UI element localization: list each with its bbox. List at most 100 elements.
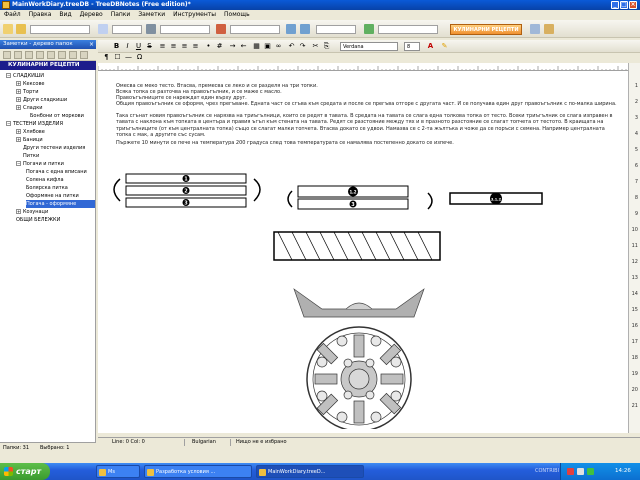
tree-node-selected[interactable]: Погача - оформяне bbox=[26, 200, 95, 208]
image-icon[interactable]: ▣ bbox=[263, 42, 272, 51]
menu-file[interactable]: Файл bbox=[0, 10, 25, 20]
tree-node[interactable]: + Торти bbox=[16, 88, 38, 96]
bold-button[interactable]: B bbox=[112, 42, 121, 51]
tree-toggle-icon[interactable]: + bbox=[16, 209, 21, 214]
indent-icon[interactable]: → bbox=[228, 42, 237, 51]
tray-icon[interactable] bbox=[587, 468, 594, 475]
save-icon[interactable] bbox=[98, 24, 108, 34]
toolbar-field[interactable] bbox=[112, 25, 142, 34]
align-center-icon[interactable]: ≡ bbox=[169, 42, 178, 51]
tree-root[interactable]: КУЛИНАРНИ РЕЦЕПТИ bbox=[0, 61, 96, 70]
align-right-icon[interactable]: ≡ bbox=[180, 42, 189, 51]
tray-icon[interactable] bbox=[577, 468, 584, 475]
tree-toggle-icon[interactable]: + bbox=[16, 137, 21, 142]
start-button[interactable]: старт bbox=[0, 463, 50, 480]
close-panel-icon[interactable]: × bbox=[89, 40, 94, 49]
folder-selector[interactable] bbox=[30, 25, 90, 34]
maximize-button[interactable]: □ bbox=[620, 1, 628, 9]
note-editor[interactable]: Омесва се меко тесто. Втасва, премесва с… bbox=[98, 71, 628, 433]
open-icon[interactable] bbox=[16, 24, 26, 34]
menu-edit[interactable]: Правка bbox=[25, 10, 56, 20]
copy-icon[interactable]: ⎘ bbox=[322, 42, 331, 51]
tree-node[interactable]: Питки bbox=[23, 152, 39, 160]
tree-node[interactable]: + Кексове bbox=[16, 80, 44, 88]
tree-toggle-icon[interactable]: + bbox=[16, 89, 21, 94]
tree-node[interactable]: − СЛАДКИШИ bbox=[6, 72, 44, 80]
tree-node[interactable]: − ТЕСТЕНИ ИЗДЕЛИЯ bbox=[6, 120, 63, 128]
tree-node[interactable]: + Хлябове bbox=[16, 128, 45, 136]
settings-icon[interactable] bbox=[530, 24, 540, 34]
line-icon[interactable]: — bbox=[124, 53, 133, 62]
taskbar-item[interactable]: Разработка условия ... bbox=[144, 465, 252, 478]
toolbar-field-3[interactable] bbox=[378, 25, 438, 34]
tray-icon[interactable] bbox=[567, 468, 574, 475]
lock-icon[interactable] bbox=[544, 24, 554, 34]
tree-node[interactable]: Оформяне на питки bbox=[26, 192, 79, 200]
tree-node[interactable]: ОБЩИ БЕЛЕЖКИ bbox=[16, 216, 60, 224]
menu-folders[interactable]: Папки bbox=[107, 10, 135, 20]
menu-view[interactable]: Вид bbox=[55, 10, 75, 20]
search-input[interactable] bbox=[160, 25, 210, 34]
forward-icon[interactable] bbox=[300, 24, 310, 34]
font-size-select[interactable]: 8 bbox=[404, 42, 420, 51]
tree-node[interactable]: − Погачи и питки bbox=[16, 160, 64, 168]
italic-button[interactable]: I bbox=[123, 42, 132, 51]
menu-help[interactable]: Помощь bbox=[220, 10, 254, 20]
menu-notes[interactable]: Заметки bbox=[134, 10, 169, 20]
outdent-icon[interactable]: ← bbox=[239, 42, 248, 51]
menu-tools[interactable]: Инструменты bbox=[169, 10, 220, 20]
bullet-list-icon[interactable]: • bbox=[204, 42, 213, 51]
tree-toggle-icon[interactable]: − bbox=[6, 73, 11, 78]
symbol-icon[interactable]: Ω bbox=[135, 53, 144, 62]
tree-node[interactable]: Бонбони от моркови bbox=[30, 112, 84, 120]
tree-node[interactable]: + Други сладкиши bbox=[16, 96, 67, 104]
close-button[interactable]: × bbox=[629, 1, 637, 9]
properties-icon[interactable] bbox=[80, 51, 88, 59]
undo-icon[interactable]: ↶ bbox=[287, 42, 296, 51]
tree-toggle-icon[interactable]: + bbox=[16, 97, 21, 102]
cut-icon[interactable]: ✂ bbox=[311, 42, 320, 51]
tree-node[interactable]: Други тестени изделия bbox=[23, 144, 85, 152]
tree-toggle-icon[interactable]: − bbox=[6, 121, 11, 126]
back-icon[interactable] bbox=[286, 24, 296, 34]
filter-input[interactable] bbox=[230, 25, 280, 34]
add-icon[interactable] bbox=[364, 24, 374, 34]
menu-tree[interactable]: Дерево bbox=[76, 10, 107, 20]
justify-icon[interactable]: ≡ bbox=[191, 42, 200, 51]
tree-toggle-icon[interactable]: + bbox=[16, 105, 21, 110]
underline-button[interactable]: U bbox=[134, 42, 143, 51]
paragraph-icon[interactable]: ¶ bbox=[102, 53, 111, 62]
link-icon[interactable]: ∞ bbox=[274, 42, 283, 51]
checkbox-icon[interactable]: ☐ bbox=[113, 53, 122, 62]
tree-toggle-icon[interactable]: − bbox=[16, 161, 21, 166]
taskbar-item-active[interactable]: MainWorkDiary.treeD... bbox=[256, 465, 364, 478]
highlight-icon[interactable]: ✎ bbox=[440, 42, 449, 51]
tree-toggle-icon[interactable]: + bbox=[16, 129, 21, 134]
align-left-icon[interactable]: ≡ bbox=[158, 42, 167, 51]
toolbar-field-2[interactable] bbox=[316, 25, 356, 34]
tree-node[interactable]: Погача с една вписани bbox=[26, 168, 87, 176]
font-family-select[interactable]: Verdana bbox=[340, 42, 398, 51]
tree-node[interactable]: + Сладки bbox=[16, 104, 42, 112]
print-icon[interactable] bbox=[146, 24, 156, 34]
add-folder-icon[interactable] bbox=[3, 51, 11, 59]
delete-folder-icon[interactable] bbox=[25, 51, 33, 59]
delete-icon[interactable] bbox=[216, 24, 226, 34]
number-list-icon[interactable]: # bbox=[215, 42, 224, 51]
collapse-icon[interactable] bbox=[69, 51, 77, 59]
new-note-icon[interactable] bbox=[3, 24, 13, 34]
tray-clock[interactable]: 14:26 bbox=[615, 463, 631, 480]
taskbar-item[interactable]: Ms bbox=[96, 465, 140, 478]
tree-node[interactable]: + Баници bbox=[16, 136, 43, 144]
move-up-icon[interactable] bbox=[36, 51, 44, 59]
tree-node[interactable]: Солена кифла bbox=[26, 176, 64, 184]
tree-toggle-icon[interactable]: + bbox=[16, 81, 21, 86]
move-down-icon[interactable] bbox=[47, 51, 55, 59]
expand-icon[interactable] bbox=[58, 51, 66, 59]
strike-button[interactable]: S bbox=[145, 42, 154, 51]
table-icon[interactable]: ▦ bbox=[252, 42, 261, 51]
minimize-button[interactable]: _ bbox=[611, 1, 619, 9]
tree-node[interactable]: + Козунаци bbox=[16, 208, 48, 216]
tree-node[interactable]: Болярска питка bbox=[26, 184, 68, 192]
redo-icon[interactable]: ↷ bbox=[298, 42, 307, 51]
